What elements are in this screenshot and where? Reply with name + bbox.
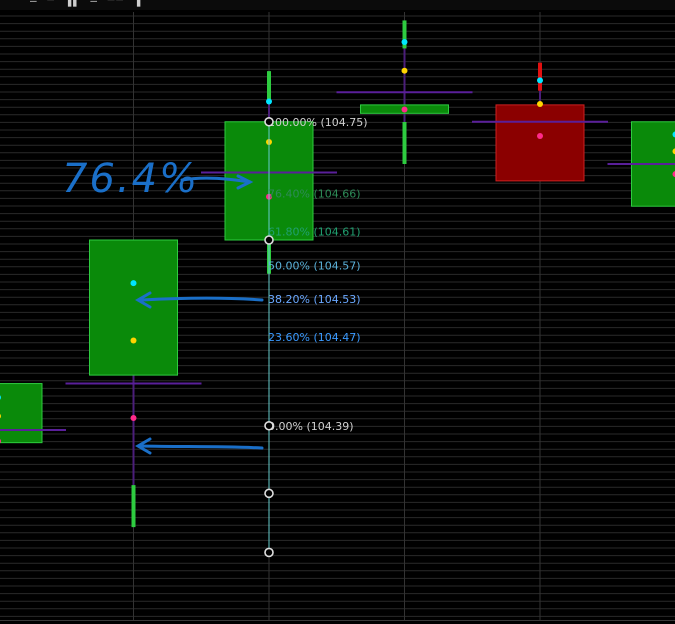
high-dot <box>537 77 543 84</box>
high-dot <box>401 38 408 45</box>
handwritten-label: 76.4% <box>62 156 199 202</box>
fib-handle[interactable] <box>264 488 274 499</box>
fib-handle[interactable] <box>264 420 274 431</box>
candle-body <box>89 239 178 376</box>
fib-level-label: 50.00% (104.57) <box>268 259 361 272</box>
annotation-arrow <box>140 444 264 450</box>
low-dot <box>401 106 408 113</box>
fib-level-label: 0.00% (104.39) <box>268 420 354 433</box>
fib-level-label: 100.00% (104.75) <box>268 116 368 129</box>
candle-body <box>0 383 43 444</box>
close-dot <box>130 337 137 344</box>
close-dot <box>401 67 408 74</box>
fib-handle[interactable] <box>264 547 274 558</box>
low-dot <box>537 132 543 139</box>
fib-level-label: 23.60% (104.47) <box>268 331 361 344</box>
fib-handle[interactable] <box>264 116 274 127</box>
fib-level-label: 76.40% (104.66) <box>268 188 361 201</box>
candlestick-chart[interactable]: 100.00% (104.75) 76.40% (104.66) 61.80% (1… <box>0 0 675 624</box>
close-dot <box>537 101 543 108</box>
candle-body <box>495 104 585 182</box>
fib-level-label: 38.20% (104.53) <box>268 293 361 306</box>
high-dot <box>130 280 137 287</box>
annotation-arrow <box>140 296 264 302</box>
high-dot <box>266 98 272 105</box>
low-dot <box>130 415 137 422</box>
fib-level-label: 61.80% (104.61) <box>268 226 361 239</box>
chart-bottom-border <box>0 620 675 621</box>
fib-handle[interactable] <box>264 235 274 245</box>
candles-layer <box>0 20 675 528</box>
